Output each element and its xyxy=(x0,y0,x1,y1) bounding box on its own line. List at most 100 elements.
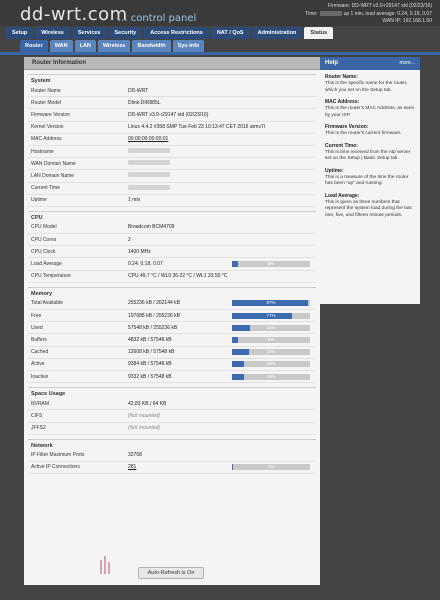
section-cpu: CPU CPU Model Broadcom BCM4709 CPU Cores 2 CP… xyxy=(28,210,316,283)
info-row-used: Used 57548 kB / 255236 kB 23% xyxy=(28,322,316,335)
usage-bar: 8% xyxy=(232,336,310,343)
redacted-value xyxy=(128,172,170,178)
sub-tab-wan[interactable]: WAN xyxy=(49,40,73,52)
section-title-memory: Memory xyxy=(31,290,53,297)
row-label: MAC Address xyxy=(31,136,62,143)
section-title-cpu: CPU xyxy=(31,214,43,221)
row-value: 197688 kB / 255236 kB xyxy=(128,312,180,319)
usage-bar-percent: 97% xyxy=(266,300,276,306)
sub-tab-sys-info[interactable]: Sys-Info xyxy=(172,40,205,52)
row-value: CPU 49.7 °C / WL0 36.22 °C / WL1 33.50 °… xyxy=(128,273,228,280)
usage-bar: 8% xyxy=(232,261,310,268)
usage-bar-percent: 23% xyxy=(266,324,276,330)
info-row-cpu-model: CPU Model Broadcom BCM4709 xyxy=(28,222,316,235)
help-heading: Current Time: xyxy=(325,142,358,149)
usage-bar-percent: 16% xyxy=(266,361,276,367)
info-row-cached: Cached 12608 kB / 57548 kB 22% xyxy=(28,347,316,359)
row-value: Broadcom BCM4709 xyxy=(128,224,175,231)
main-tab-security[interactable]: Security xyxy=(108,27,143,39)
main-tab-nat-qos[interactable]: NAT / QoS xyxy=(210,27,250,39)
row-label: NVRAM xyxy=(31,400,50,407)
usage-bar-percent: 22% xyxy=(266,349,276,355)
sub-tab-wireless[interactable]: Wireless xyxy=(97,40,131,52)
sub-tabs: Router WAN LAN Wireless Bandwidth Sys-Info xyxy=(20,40,205,52)
section-system: System Router Name DD-WRT Router Model Dlink… xyxy=(28,74,316,207)
help-heading: Load Average: xyxy=(325,192,360,199)
main-tab-access-restrictions[interactable]: Access Restrictions xyxy=(144,27,209,39)
main-tab-services[interactable]: Services xyxy=(71,27,107,39)
row-label: Firmware Version xyxy=(31,111,70,118)
redacted-value xyxy=(128,160,170,166)
help-heading: MAC Address: xyxy=(325,99,360,105)
row-label: Used xyxy=(31,324,43,331)
sub-tab-bandwidth[interactable]: Bandwidth xyxy=(132,40,171,52)
row-value: 32768 xyxy=(128,452,142,459)
section-network: Network IP Filter Maximum Ports 32768 Activ… xyxy=(28,438,316,475)
info-row-kernel-version: Kernel Version Linux 4.4.2 #358 SMP Tue F… xyxy=(28,122,316,134)
row-value xyxy=(128,184,170,192)
row-value: Linux 4.4.2 #358 SMP Tue Feb 23 10:13:47… xyxy=(128,124,265,131)
row-value: 4832 kB / 57548 kB xyxy=(128,336,172,343)
firmware-line: Firmware: DD-WRT v3.0-r29147 std (02/23/… xyxy=(327,3,432,9)
row-label: Current Time xyxy=(31,185,60,192)
row-label: CPU Cores xyxy=(31,236,57,243)
info-row-router-name: Router Name DD-WRT xyxy=(28,85,316,98)
decorative-marks xyxy=(100,552,114,574)
section-space: Space Usage NVRAM 42.83 KB / 64 KB CIFS (Not… xyxy=(28,387,316,435)
nav-strip xyxy=(0,52,440,55)
section-title-network: Network xyxy=(31,442,53,449)
usage-bar-percent: 16% xyxy=(266,373,276,379)
row-value[interactable]: 281 xyxy=(128,464,228,470)
time-line: Time: up 1 min, load average: 0.24, 0.18,… xyxy=(305,11,432,19)
row-value xyxy=(128,172,170,179)
info-row-cpu-cores: CPU Cores 2 xyxy=(28,234,316,247)
header-info: Firmware: DD-WRT v3.0-r29147 std (02/23/… xyxy=(305,3,432,26)
info-row-mac-address: MAC Address 00:00:00:00:00:01 xyxy=(28,134,316,146)
row-value: 12608 kB / 57548 kB xyxy=(128,349,175,356)
row-label: CPU Model xyxy=(31,224,57,231)
info-row-jffs2: JFFS2 (Not mounted) xyxy=(28,423,316,435)
info-row-wan-domain-name: WAN Domain Name xyxy=(28,158,316,171)
redacted-value xyxy=(128,184,170,190)
help-text: This is given as three numbers that repr… xyxy=(325,199,412,218)
sub-tab-lan[interactable]: LAN xyxy=(74,40,96,52)
main-tabs: Setup Wireless Services Security Access Rest… xyxy=(6,27,334,39)
info-row-ip-filter-maximum-ports: IP Filter Maximum Ports 32768 xyxy=(28,450,316,462)
wan-ip-line: WAN IP: 192.168.1.50 xyxy=(382,18,432,24)
usage-bar-percent: 1% xyxy=(267,464,275,470)
row-value[interactable]: 00:00:00:00:00:01 xyxy=(128,136,168,142)
help-more-link[interactable]: more... xyxy=(399,57,415,70)
info-row-load-average: Load Average 0.24, 0.18, 0.07 8% xyxy=(28,258,316,271)
main-tab-setup[interactable]: Setup xyxy=(6,27,34,39)
info-row-cpu-temperature: CPU Temperature CPU 49.7 °C / WL0 36.22 °… xyxy=(28,271,316,283)
usage-bar-percent: 8% xyxy=(267,261,275,267)
info-row-inactive: Inactive 9332 kB / 57548 kB 16% xyxy=(28,371,316,384)
main-tab-administration[interactable]: Administration xyxy=(251,27,303,39)
row-label: Cached xyxy=(31,349,49,356)
row-value xyxy=(128,160,170,167)
sub-tab-router[interactable]: Router xyxy=(20,40,48,52)
help-heading: Uptime: xyxy=(325,167,344,174)
usage-bar: 16% xyxy=(232,361,310,368)
logo[interactable]: dd-wrt.com xyxy=(20,4,128,25)
section-title-system: System xyxy=(31,78,51,84)
row-value: DD-WRT xyxy=(128,87,149,94)
row-value: 2 xyxy=(128,236,131,243)
help-body: Router Name: This is the specific name fo… xyxy=(320,70,420,223)
panel-title: Router Information xyxy=(24,57,320,70)
row-label: LAN Domain Name xyxy=(31,172,75,179)
help-text: This is the router's MAC Address, as see… xyxy=(325,106,415,118)
main-tab-wireless[interactable]: Wireless xyxy=(35,27,70,39)
row-label: Hostname xyxy=(31,148,54,155)
help-text: This is time received from the ntp serve… xyxy=(325,149,411,162)
info-row-cifs: CIFS (Not mounted) xyxy=(28,410,316,423)
control-panel-subtitle: ... control panel xyxy=(118,13,197,24)
row-value: 57548 kB / 255236 kB xyxy=(128,324,178,331)
info-row-firmware-version: Firmware Version DD-WRT v3.0-r29147 std (… xyxy=(28,109,316,122)
main-tab-status[interactable]: Status xyxy=(304,27,334,39)
row-label: Buffers xyxy=(31,336,47,343)
row-label: CIFS xyxy=(31,412,43,419)
help-text: This is the specific name for the router… xyxy=(325,81,408,93)
row-label: Router Model xyxy=(31,99,62,106)
auto-refresh-button[interactable]: Auto-Refresh is On xyxy=(138,567,204,579)
